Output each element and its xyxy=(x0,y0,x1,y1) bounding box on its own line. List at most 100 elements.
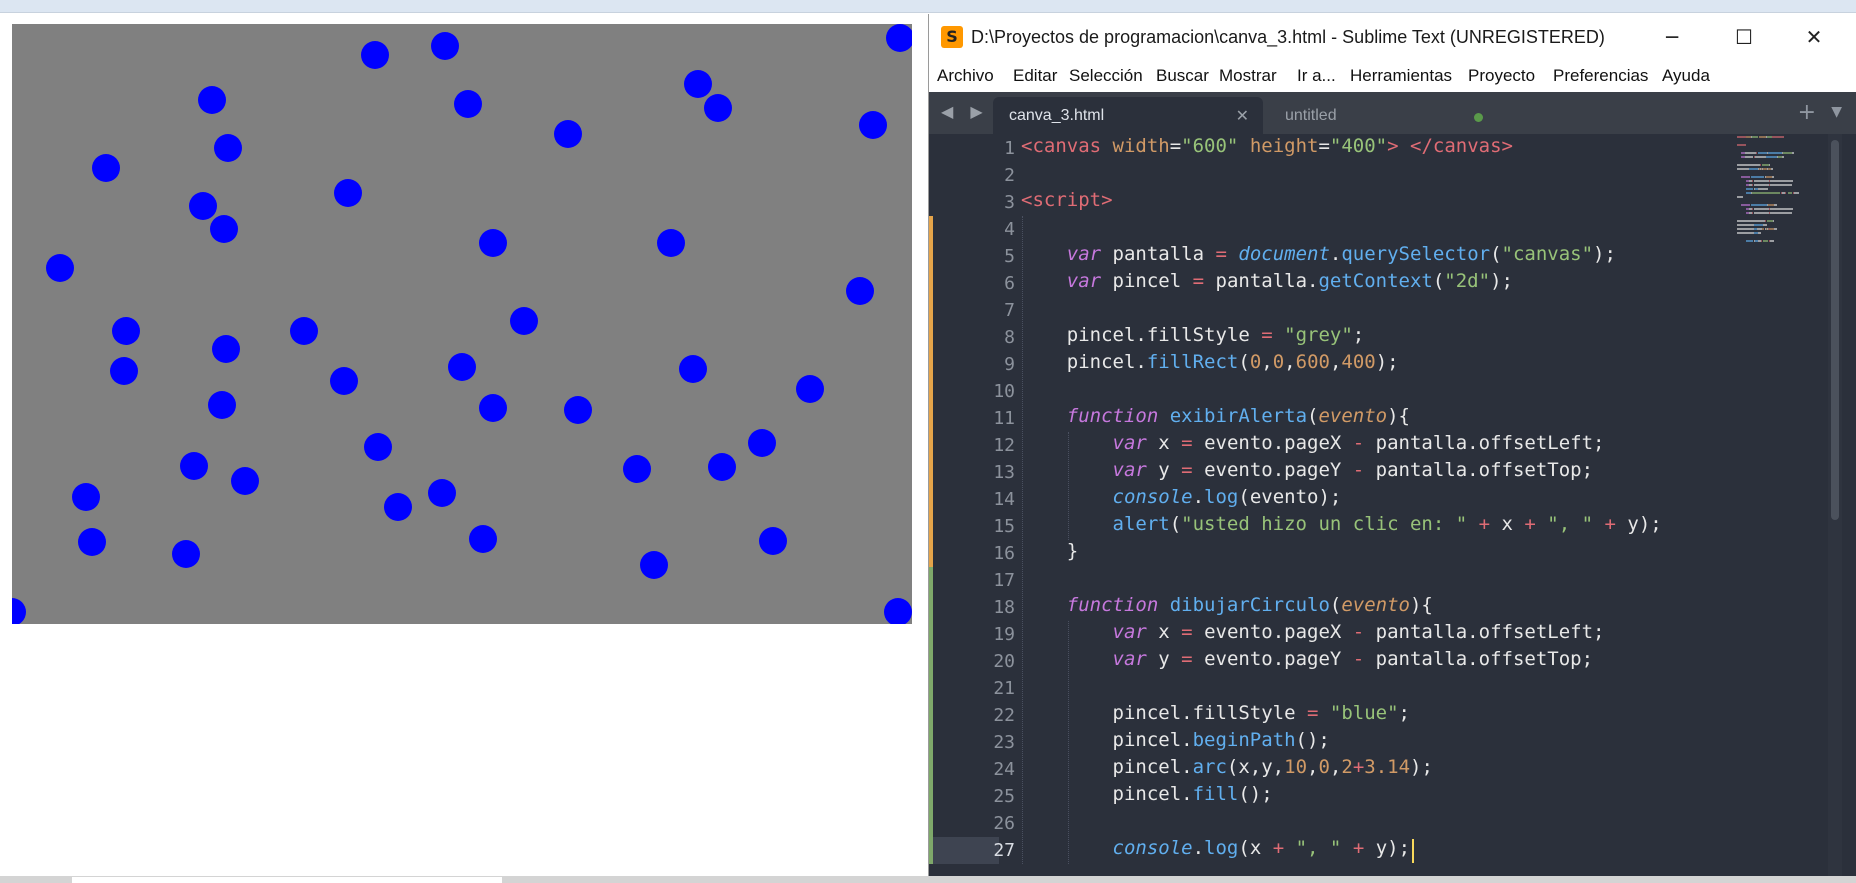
minimap-line xyxy=(1770,212,1792,214)
code-line: pincel.beginPath(); xyxy=(1021,729,1330,751)
window-title: D:\Proyectos de programacion\canva_3.htm… xyxy=(971,27,1605,47)
blue-circle xyxy=(208,391,236,419)
minimap-line xyxy=(1764,220,1766,222)
blue-circle xyxy=(428,479,456,507)
minimap-line xyxy=(1773,220,1775,222)
minimap-line xyxy=(1737,220,1765,222)
minimap-line xyxy=(1737,136,1746,138)
code-line: function exibirAlerta(evento){ xyxy=(1066,405,1410,427)
menu-editar[interactable]: Editar xyxy=(1013,66,1057,86)
menu-bar: Archivo Editar Selección Buscar Mostrar Ir a.… xyxy=(929,60,1856,92)
minimap-line xyxy=(1752,136,1758,138)
tab-menu-icon[interactable]: ▼ xyxy=(1831,104,1842,120)
tab-navigation-arrows-icon[interactable]: ◀ ▶ xyxy=(941,102,989,121)
minimap-line xyxy=(1753,184,1769,186)
blue-circle xyxy=(12,598,26,624)
minimap-line xyxy=(1765,176,1773,178)
blue-circle xyxy=(704,94,732,122)
blue-circle xyxy=(110,357,138,385)
code-line: pincel.fillStyle = "blue"; xyxy=(1021,702,1410,724)
drawing-canvas[interactable] xyxy=(12,24,912,624)
blue-circle xyxy=(469,525,497,553)
minimize-button[interactable]: ─ xyxy=(1643,20,1701,54)
minimap-line xyxy=(1772,136,1785,138)
blue-circle xyxy=(748,429,776,457)
minimap-line xyxy=(1762,164,1769,166)
blue-circle xyxy=(290,317,318,345)
line-number: 3 xyxy=(1004,192,1015,213)
change-marker xyxy=(929,216,933,567)
blue-circle xyxy=(212,335,240,363)
blue-circle xyxy=(886,24,912,52)
minimap-line xyxy=(1751,204,1767,206)
minimap-line xyxy=(1761,240,1763,242)
minimap-line xyxy=(1754,156,1766,158)
close-button[interactable]: ✕ xyxy=(1785,20,1843,54)
menu-ir-a[interactable]: Ir a... xyxy=(1297,66,1336,86)
line-number: 14 xyxy=(993,489,1015,510)
code-line: var pincel = pantalla.getContext("2d"); xyxy=(1066,270,1513,292)
tab-label: untitled xyxy=(1285,107,1337,124)
blue-circle xyxy=(454,90,482,118)
minimap-line xyxy=(1782,156,1785,158)
scrollbar-thumb[interactable] xyxy=(1831,140,1839,520)
minimap-line xyxy=(1794,192,1799,194)
line-number: 8 xyxy=(1004,327,1015,348)
line-number: 15 xyxy=(993,516,1015,537)
menu-mostrar[interactable]: Mostrar xyxy=(1219,66,1277,86)
minimap-line xyxy=(1770,208,1794,210)
blue-circle xyxy=(198,86,226,114)
minimap-line xyxy=(1755,152,1757,154)
blue-circle xyxy=(640,551,668,579)
minimap-line xyxy=(1766,220,1774,222)
tab-close-icon[interactable]: ✕ xyxy=(1236,106,1249,125)
blue-circle xyxy=(72,483,100,511)
menu-archivo[interactable]: Archivo xyxy=(937,66,994,86)
tab-untitled[interactable]: untitled xyxy=(1265,97,1505,134)
menu-ayuda[interactable]: Ayuda xyxy=(1662,66,1710,86)
minimap-line xyxy=(1768,164,1770,166)
code-line: var x = evento.pageX - pantalla.offsetLe… xyxy=(1112,621,1605,643)
minimap-line xyxy=(1772,176,1775,178)
maximize-button[interactable]: ☐ xyxy=(1715,20,1773,54)
browser-top-bar xyxy=(0,0,1856,13)
line-number: 6 xyxy=(1004,273,1015,294)
code-line: <canvas width="600" height="400"> </canv… xyxy=(1021,135,1513,157)
minimap-line xyxy=(1767,152,1783,154)
blue-circle xyxy=(334,179,362,207)
blue-circle xyxy=(214,134,242,162)
minimap-line xyxy=(1741,176,1751,178)
menu-buscar[interactable]: Buscar xyxy=(1156,66,1209,86)
new-tab-icon[interactable]: + xyxy=(1798,100,1816,125)
code-line: console.log(evento); xyxy=(1112,486,1342,508)
blue-circle xyxy=(172,540,200,568)
code-line: pincel.fillStyle = "grey"; xyxy=(1021,324,1365,346)
blue-circle xyxy=(846,277,874,305)
taskbar-segment xyxy=(72,877,502,883)
code-line: var y = evento.pageY - pantalla.offsetTo… xyxy=(1112,648,1594,670)
line-number: 27 xyxy=(993,840,1015,861)
line-number: 4 xyxy=(1004,219,1015,240)
code-line: console.log(x + ", " + y); xyxy=(1112,837,1411,859)
code-editor[interactable]: 1 2 3 4 5 6 7 8 9 10 11 12 13 14 15 16 17 18 19 20 21 22 23 24 2… xyxy=(929,134,1856,876)
line-number: 23 xyxy=(993,732,1015,753)
sublime-text-icon: S xyxy=(941,26,963,48)
minimap-line xyxy=(1787,192,1792,194)
menu-preferencias[interactable]: Preferencias xyxy=(1553,66,1648,86)
menu-herramientas[interactable]: Herramientas xyxy=(1350,66,1452,86)
line-number: 9 xyxy=(1004,354,1015,375)
minimap-line xyxy=(1770,180,1794,182)
code-line: alert("usted hizo un clic en: " + x + ",… xyxy=(1112,513,1662,535)
minimap-line xyxy=(1745,188,1754,190)
menu-proyecto[interactable]: Proyecto xyxy=(1468,66,1535,86)
tab-label: canva_3.html xyxy=(1009,107,1105,124)
minimap[interactable] xyxy=(1737,136,1829,246)
line-number-gutter: 1 2 3 4 5 6 7 8 9 10 11 12 13 14 15 16 17 18 19 20 21 22 23 24 2… xyxy=(929,134,1015,876)
blue-circle xyxy=(679,355,707,383)
minimap-line xyxy=(1763,240,1768,242)
menu-selección[interactable]: Selección xyxy=(1069,66,1143,86)
tab-canva-3-html[interactable]: canva_3.html ✕ xyxy=(993,97,1263,134)
vertical-scrollbar[interactable] xyxy=(1828,134,1842,876)
minimap-line xyxy=(1737,144,1746,146)
blue-circle xyxy=(684,70,712,98)
